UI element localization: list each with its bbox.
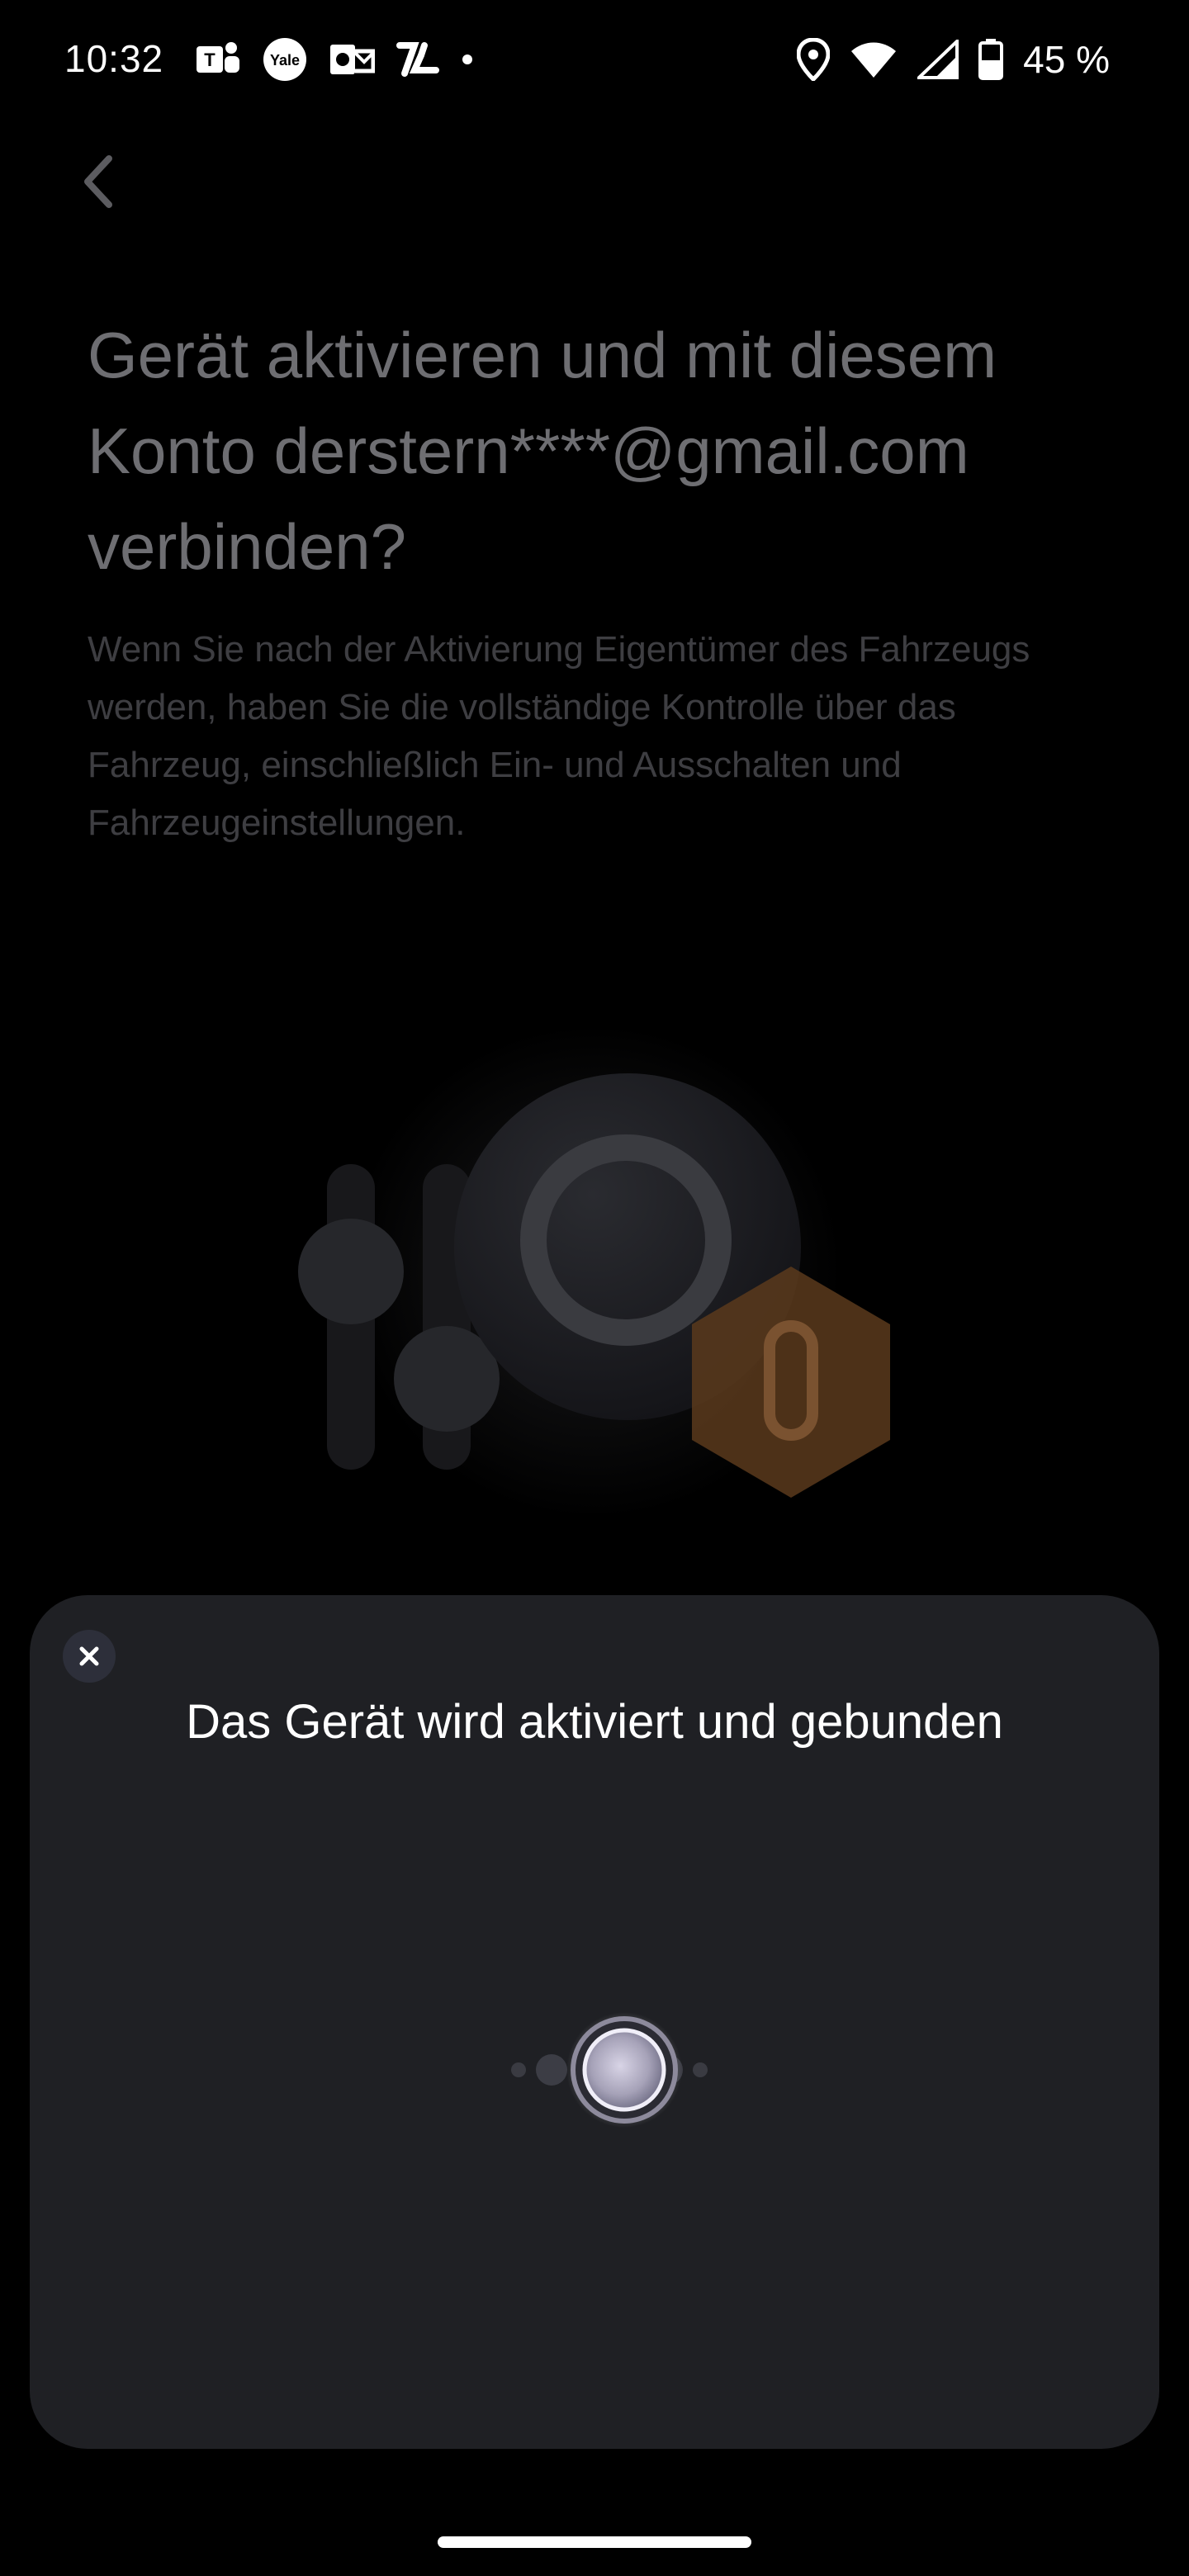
teams-icon: T — [197, 42, 239, 73]
page-title-line: Gerät aktivieren und mit diesem — [88, 319, 997, 391]
svg-text:T: T — [204, 50, 216, 70]
page-description: Wenn Sie nach der Aktivierung Eigentümer… — [88, 629, 1030, 843]
page-title-line: Konto derstern****@gmail.com — [88, 414, 969, 487]
back-button[interactable] — [73, 149, 126, 215]
close-button[interactable] — [63, 1630, 116, 1683]
signal-icon — [917, 40, 959, 79]
status-bar: 10:32 T Yale 45 % — [0, 0, 1189, 116]
screen: Gerät aktivieren und mit diesem Konto de… — [0, 0, 1189, 2576]
system-icons: 45 % — [797, 36, 1110, 83]
activation-bottom-sheet: Das Gerät wird aktiviert und gebunden — [30, 1595, 1159, 2449]
wifi-icon — [851, 42, 897, 78]
sheet-title: Das Gerät wird aktiviert und gebunden — [186, 1695, 1003, 1749]
page-title-line: verbinden? — [88, 510, 406, 583]
svg-text:Yale: Yale — [270, 52, 300, 69]
yale-icon: Yale — [263, 38, 306, 81]
close-icon — [79, 1646, 99, 1666]
battery-icon — [978, 39, 1004, 80]
notification-dot — [462, 54, 472, 64]
battery-percentage: 45 % — [1023, 38, 1110, 81]
status-time: 10:32 — [64, 37, 164, 80]
outlook-icon — [330, 45, 375, 74]
device-illustration — [264, 1024, 941, 1519]
page-title: Gerät aktivieren und mit diesem Konto de… — [88, 307, 1111, 594]
delivery-app-icon — [396, 42, 439, 77]
notification-icons: T Yale — [195, 36, 472, 83]
location-icon — [797, 38, 831, 81]
home-indicator[interactable] — [438, 2536, 751, 2548]
chevron-left-icon — [84, 155, 112, 208]
loading-indicator — [476, 2008, 723, 2132]
